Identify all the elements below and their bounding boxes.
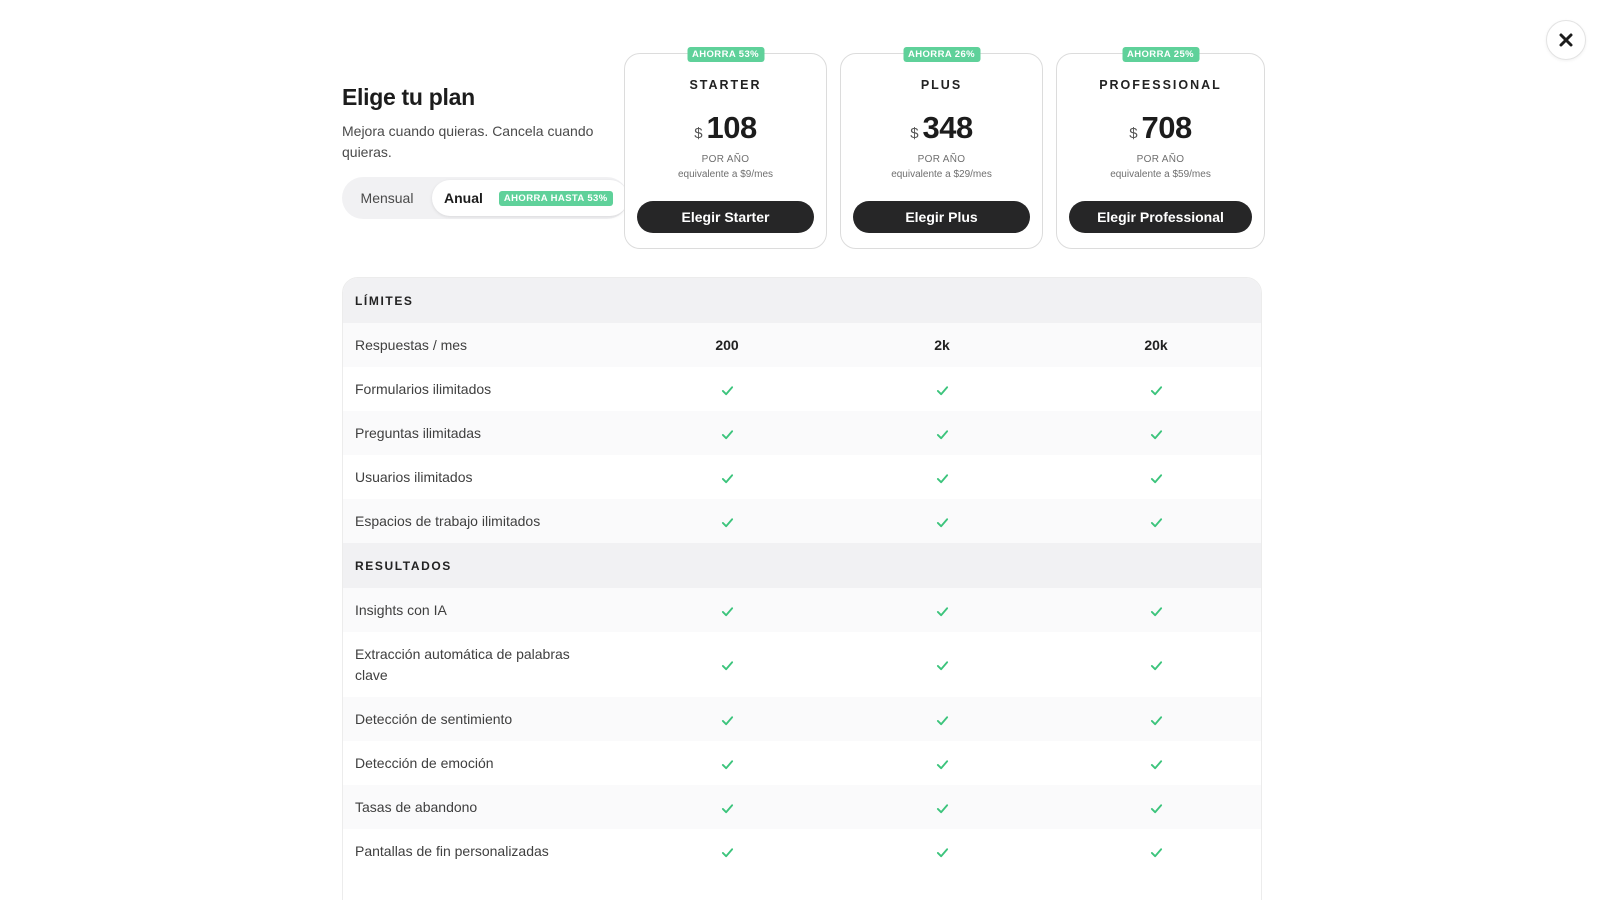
check-icon: [912, 513, 972, 529]
table-row: Tasas de abandono: [343, 785, 1261, 829]
plan-card-plus: AHORRA 26% PLUS $ 348 POR AÑO equivalent…: [840, 47, 1043, 249]
plan-intro: Elige tu plan Mejora cuando quieras. Can…: [342, 84, 612, 163]
plan-monthly-equivalent: equivalente a $9/mes: [677, 169, 774, 180]
check-icon: [1126, 602, 1186, 618]
check-icon: [697, 657, 757, 673]
check-icon: [697, 843, 757, 859]
check-icon: [697, 469, 757, 485]
check-icon: [697, 711, 757, 727]
plan-amount: 708: [1141, 110, 1193, 145]
feature-label: Espacios de trabajo ilimitados: [355, 512, 541, 529]
page-title: Elige tu plan: [342, 84, 475, 110]
table-row: Usuarios ilimitados: [343, 455, 1261, 499]
check-icon: [912, 755, 972, 771]
table-row: Espacios de trabajo ilimitados: [343, 499, 1261, 543]
check-icon: [697, 513, 757, 529]
plan-price: $ 348: [841, 110, 1042, 146]
billing-option-annual[interactable]: Anual AHORRA HASTA 53%: [432, 180, 628, 216]
check-icon: [697, 799, 757, 815]
plan-name: PROFESSIONAL: [1099, 78, 1222, 92]
plan-period: POR AÑO: [1136, 154, 1185, 165]
check-icon: [697, 381, 757, 397]
feature-label: Pantallas de fin personalizadas: [355, 842, 549, 859]
close-icon: [1559, 33, 1573, 47]
billing-option-annual-label: Anual: [444, 190, 483, 206]
billing-period-toggle: Mensual Anual AHORRA HASTA 53%: [342, 177, 628, 219]
feature-label: Preguntas ilimitadas: [355, 424, 482, 441]
plan-card-starter: AHORRA 53% STARTER $ 108 POR AÑO equival…: [624, 47, 827, 249]
feature-label: Detección de emoción: [355, 754, 494, 771]
feature-label: Respuestas / mes: [355, 336, 468, 353]
check-icon: [912, 425, 972, 441]
feature-comparison-table: LÍMITES Respuestas / mes 200 2k 20k Formulari…: [342, 277, 1262, 900]
check-icon: [912, 657, 972, 673]
feature-label: Tasas de abandono: [355, 798, 478, 815]
choose-professional-button[interactable]: Elegir Professional: [1069, 201, 1252, 233]
check-icon: [1126, 711, 1186, 727]
plan-monthly-equivalent: equivalente a $29/mes: [891, 169, 992, 180]
table-section-header: RESULTADOS: [343, 543, 1261, 588]
plan-currency: $: [910, 125, 919, 142]
page-subtitle: Mejora cuando quieras. Cancela cuando qu…: [342, 123, 594, 160]
plan-name: PLUS: [920, 78, 963, 92]
check-icon: [1126, 799, 1186, 815]
check-icon: [1126, 843, 1186, 859]
table-row: Detección de emoción: [343, 741, 1261, 785]
check-icon: [1126, 657, 1186, 673]
plan-card-professional: AHORRA 25% PROFESSIONAL $ 708 POR AÑO eq…: [1056, 47, 1265, 249]
table-section-header: LÍMITES: [343, 278, 1261, 323]
check-icon: [1126, 513, 1186, 529]
pricing-modal: Elige tu plan Mejora cuando quieras. Can…: [0, 0, 1600, 900]
close-button[interactable]: [1546, 20, 1586, 60]
plan-currency: $: [694, 125, 703, 142]
plan-period: POR AÑO: [917, 154, 966, 165]
choose-starter-button[interactable]: Elegir Starter: [637, 201, 814, 233]
check-icon: [912, 711, 972, 727]
check-icon: [912, 843, 972, 859]
check-icon: [1126, 755, 1186, 771]
billing-option-monthly[interactable]: Mensual: [342, 190, 432, 206]
plan-savings-badge: AHORRA 25%: [1122, 47, 1199, 62]
feature-label: Extracción automática de palabras clave: [355, 645, 570, 683]
table-row: Extracción automática de palabras clave: [343, 632, 1261, 697]
table-row: Pantallas de fin personalizadas: [343, 829, 1261, 873]
plan-amount: 348: [922, 110, 974, 145]
table-row: Formularios ilimitados: [343, 367, 1261, 411]
feature-label: Insights con IA: [355, 601, 447, 618]
check-icon: [1126, 425, 1186, 441]
check-icon: [697, 602, 757, 618]
check-icon: [912, 799, 972, 815]
plan-currency: $: [1129, 125, 1138, 142]
feature-value: 2k: [934, 337, 950, 353]
plan-period: POR AÑO: [701, 154, 750, 165]
annual-savings-badge: AHORRA HASTA 53%: [498, 190, 613, 206]
table-row: Insights con IA: [343, 588, 1261, 632]
check-icon: [912, 469, 972, 485]
plan-amount: 108: [706, 110, 758, 145]
table-row: Preguntas ilimitadas: [343, 411, 1261, 455]
check-icon: [697, 755, 757, 771]
table-row: Detección de sentimiento: [343, 697, 1261, 741]
check-icon: [912, 602, 972, 618]
plan-price: $ 108: [625, 110, 826, 146]
check-icon: [1126, 469, 1186, 485]
table-row: Respuestas / mes 200 2k 20k: [343, 323, 1261, 367]
check-icon: [1126, 381, 1186, 397]
plan-savings-badge: AHORRA 26%: [903, 47, 980, 62]
check-icon: [697, 425, 757, 441]
plan-price: $ 708: [1057, 110, 1264, 146]
check-icon: [912, 381, 972, 397]
feature-label: Usuarios ilimitados: [355, 468, 473, 485]
feature-value: 20k: [1144, 337, 1168, 353]
feature-label: Detección de sentimiento: [355, 710, 513, 727]
plan-savings-badge: AHORRA 53%: [687, 47, 764, 62]
choose-plus-button[interactable]: Elegir Plus: [853, 201, 1030, 233]
feature-label: Formularios ilimitados: [355, 380, 492, 397]
plan-name: STARTER: [689, 78, 762, 92]
plan-monthly-equivalent: equivalente a $59/mes: [1110, 169, 1211, 180]
feature-value: 200: [715, 337, 739, 353]
